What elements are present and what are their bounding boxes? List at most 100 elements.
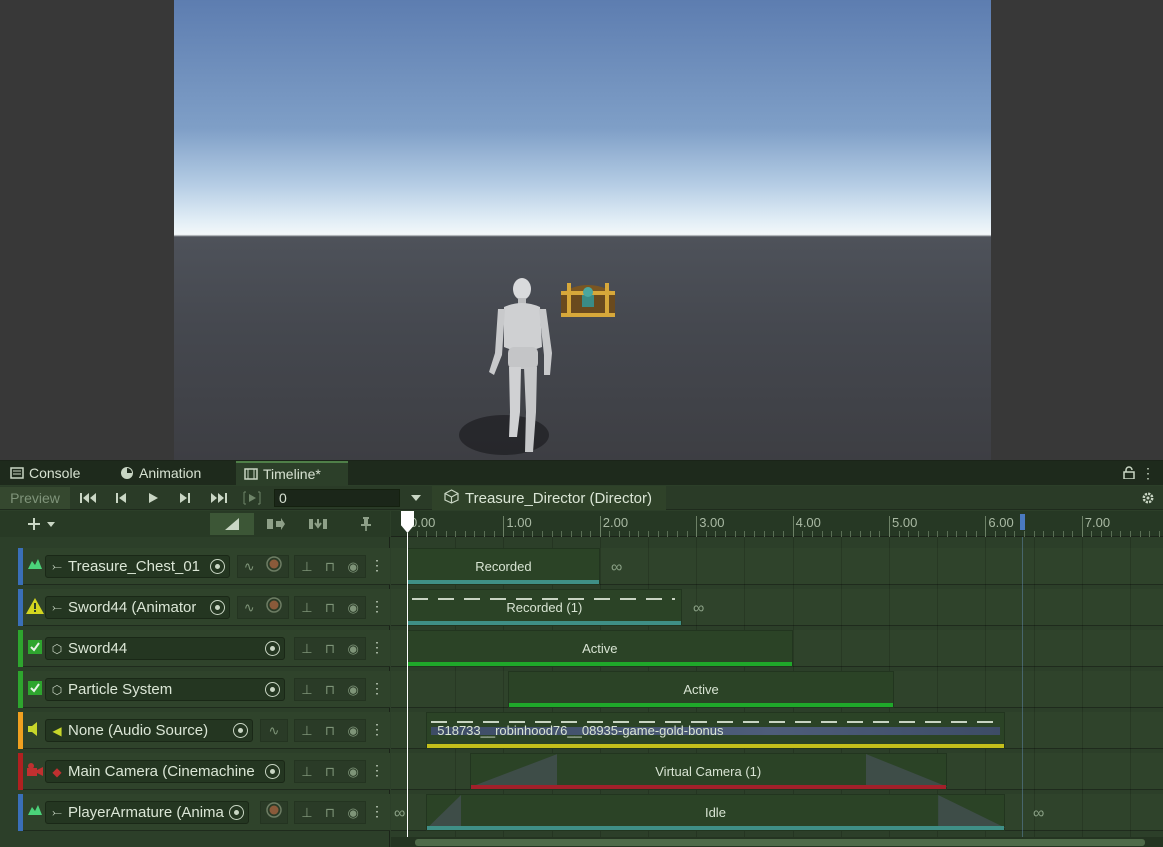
track-binding-field[interactable]: ⬡ Sword44 xyxy=(45,637,285,660)
timeline-content-area[interactable]: 0.00 1.00 2.00 3.00 4.00 5.00 6.00 7.00 Recorde… xyxy=(391,511,1163,847)
track-menu-icon[interactable]: ⋮ xyxy=(370,762,384,779)
track-lock-icon[interactable]: ⊓ xyxy=(325,805,335,821)
timeline-clip[interactable]: 518733__robinhood76__08935-game-gold-bon… xyxy=(426,712,1005,749)
mute-speaker-icon[interactable]: ◉ xyxy=(347,723,358,739)
curves-icon[interactable]: ∿ xyxy=(244,600,255,616)
timeline-clip[interactable]: Active xyxy=(508,671,894,708)
visibility-eye-icon[interactable]: ◉ xyxy=(347,805,358,821)
object-picker-icon[interactable] xyxy=(233,723,248,738)
scrollbar-thumb[interactable] xyxy=(415,839,1145,846)
track-menu-icon[interactable]: ⋮ xyxy=(370,598,384,615)
previous-frame-icon[interactable] xyxy=(108,487,134,509)
track-pin-icon[interactable]: ⊥ xyxy=(301,764,312,780)
director-breadcrumb[interactable]: Treasure_Director (Director) xyxy=(432,486,666,510)
track-menu-icon[interactable]: ⋮ xyxy=(370,803,384,820)
track-menu-icon[interactable]: ⋮ xyxy=(370,557,384,574)
track-binding-field[interactable]: ⤚ PlayerArmature (Anima xyxy=(45,801,249,824)
clip-label: Recorded (1) xyxy=(506,600,583,615)
record-icon[interactable] xyxy=(266,597,282,618)
game-viewport[interactable] xyxy=(174,0,991,460)
record-icon[interactable] xyxy=(266,556,282,577)
blend-out-ramp[interactable] xyxy=(938,795,1006,828)
preview-button[interactable]: Preview xyxy=(0,487,70,509)
timeline-clip[interactable]: Idle xyxy=(426,794,1006,831)
time-ruler[interactable]: 0.00 1.00 2.00 3.00 4.00 5.00 6.00 7.00 xyxy=(391,511,1163,537)
track-row-sword-activation[interactable]: ⬡ Sword44 ⊥ ⊓ ◉ ⋮ xyxy=(18,630,390,667)
visibility-eye-icon[interactable]: ◉ xyxy=(347,559,358,575)
curves-icon[interactable]: ∿ xyxy=(269,723,280,739)
frame-input[interactable]: 0 xyxy=(274,489,400,507)
ripple-mode-icon[interactable] xyxy=(256,513,296,535)
play-range-icon[interactable] xyxy=(240,487,264,509)
object-picker-icon[interactable] xyxy=(265,682,280,697)
go-to-end-icon[interactable] xyxy=(204,487,232,509)
replace-mode-icon[interactable] xyxy=(298,513,338,535)
track-binding-field[interactable]: ⤚ Treasure_Chest_01 xyxy=(45,555,230,578)
panel-menu-icon[interactable]: ⋮ xyxy=(1141,465,1155,482)
track-lock-icon[interactable]: ⊓ xyxy=(325,641,335,657)
timeline-clip[interactable]: Recorded xyxy=(407,548,600,585)
track-binding-field[interactable]: ◆ Main Camera (Cinemachine xyxy=(45,760,285,783)
track-pin-icon[interactable]: ⊥ xyxy=(301,600,312,616)
frame-dropdown-icon[interactable] xyxy=(406,487,426,509)
clip-edit-mode-icon[interactable] xyxy=(210,513,254,535)
gear-icon[interactable] xyxy=(1137,487,1159,509)
clip-color-bar xyxy=(408,621,681,625)
add-track-button[interactable] xyxy=(22,513,62,535)
track-pin-icon[interactable]: ⊥ xyxy=(301,559,312,575)
track-pin-icon[interactable]: ⊥ xyxy=(301,805,312,821)
timeline-clip[interactable]: Recorded (1) xyxy=(407,589,682,626)
track-row-treasure-chest[interactable]: ⤚ Treasure_Chest_01 ∿ ⊥ ⊓ ◉ ⋮ xyxy=(18,548,390,585)
track-menu-icon[interactable]: ⋮ xyxy=(370,639,384,656)
track-pin-icon[interactable]: ⊥ xyxy=(301,641,312,657)
track-row-main-camera[interactable]: ◆ Main Camera (Cinemachine ⊥ ⊓ ◉ ⋮ xyxy=(18,753,390,790)
pin-icon[interactable] xyxy=(346,513,386,535)
track-lock-icon[interactable]: ⊓ xyxy=(325,682,335,698)
track-binding-label: None (Audio Source) xyxy=(68,722,209,739)
track-row-sword-animator[interactable]: ⤚ Sword44 (Animator ∿ ⊥ ⊓ ◉ ⋮ xyxy=(18,589,390,626)
lock-icon[interactable] xyxy=(1123,466,1135,484)
track-binding-field[interactable]: ⤚ Sword44 (Animator xyxy=(45,596,230,619)
object-picker-icon[interactable] xyxy=(210,600,225,615)
track-menu-icon[interactable]: ⋮ xyxy=(370,680,384,697)
track-binding-field[interactable]: ⬡ Particle System xyxy=(45,678,285,701)
blend-out-ramp[interactable] xyxy=(865,754,948,787)
track-lock-icon[interactable]: ⊓ xyxy=(325,600,335,616)
blend-in-ramp[interactable] xyxy=(470,754,558,787)
timeline-clip[interactable]: Virtual Camera (1) xyxy=(469,753,948,790)
object-picker-icon[interactable] xyxy=(210,559,225,574)
track-binding-label: Treasure_Chest_01 xyxy=(68,558,201,575)
ruler-minor-tick xyxy=(609,531,611,537)
track-binding-field[interactable]: ◀ None (Audio Source) xyxy=(45,719,253,742)
timeline-clip[interactable]: Active xyxy=(407,630,793,667)
track-lock-icon[interactable]: ⊓ xyxy=(325,723,335,739)
ruler-minor-tick xyxy=(1043,531,1045,537)
track-row-particle-system[interactable]: ⬡ Particle System ⊥ ⊓ ◉ ⋮ xyxy=(18,671,390,708)
track-lock-icon[interactable]: ⊓ xyxy=(325,764,335,780)
track-lock-icon[interactable]: ⊓ xyxy=(325,559,335,575)
play-icon[interactable] xyxy=(140,487,166,509)
record-icon[interactable] xyxy=(266,802,282,823)
track-row-audio[interactable]: ◀ None (Audio Source) ∿ ⊥ ⊓ ◉ ⋮ xyxy=(18,712,390,749)
visibility-eye-icon[interactable]: ◉ xyxy=(347,600,358,616)
track-row-player-armature[interactable]: ⤚ PlayerArmature (Anima ⊥ ⊓ ◉ ⋮ xyxy=(18,794,390,831)
tab-animation[interactable]: Animation xyxy=(112,461,209,485)
track-menu-icon[interactable]: ⋮ xyxy=(370,721,384,738)
object-picker-icon[interactable] xyxy=(229,805,244,820)
visibility-eye-icon[interactable]: ◉ xyxy=(347,641,358,657)
curves-icon[interactable]: ∿ xyxy=(244,559,255,575)
object-picker-icon[interactable] xyxy=(265,641,280,656)
visibility-eye-icon[interactable]: ◉ xyxy=(347,764,358,780)
track-pin-icon[interactable]: ⊥ xyxy=(301,682,312,698)
track-pin-icon[interactable]: ⊥ xyxy=(301,723,312,739)
tab-timeline[interactable]: Timeline* xyxy=(236,461,348,485)
ruler-minor-tick xyxy=(1158,531,1160,537)
visibility-eye-icon[interactable]: ◉ xyxy=(347,682,358,698)
object-picker-icon[interactable] xyxy=(265,764,280,779)
go-to-start-icon[interactable] xyxy=(76,487,102,509)
next-frame-icon[interactable] xyxy=(172,487,198,509)
timeline-end-marker[interactable] xyxy=(1020,514,1025,530)
tab-console[interactable]: Console xyxy=(2,461,88,485)
blend-in-ramp[interactable] xyxy=(427,795,461,828)
cinemachine-track-icon xyxy=(26,762,44,780)
